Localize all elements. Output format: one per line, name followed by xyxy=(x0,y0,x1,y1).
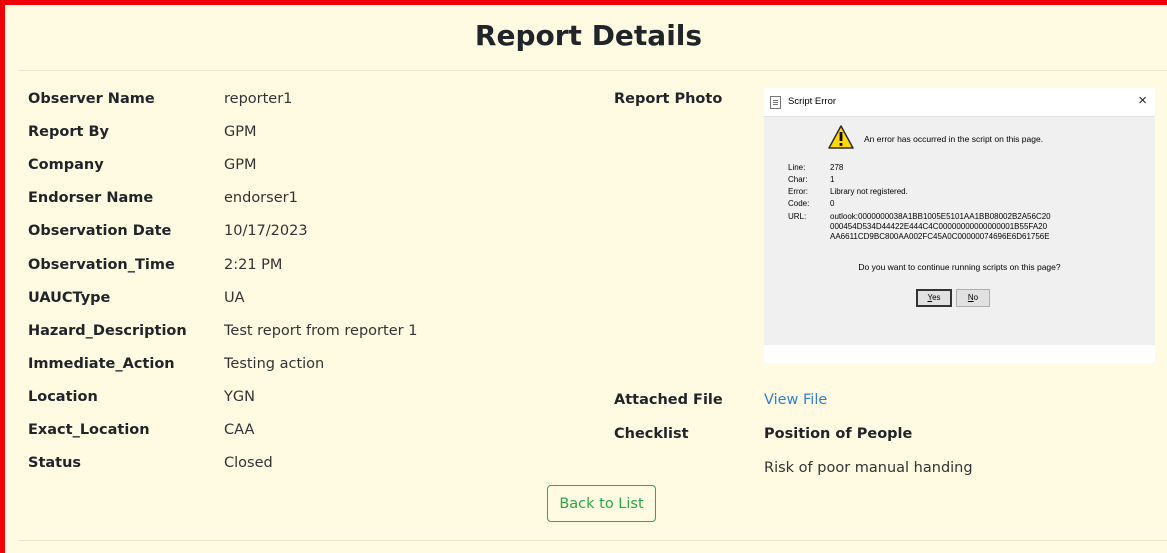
back-to-list-button[interactable]: Back to List xyxy=(547,485,656,522)
dialog-body: An error has occurred in the script on t… xyxy=(764,117,1155,345)
char-value: 1 xyxy=(830,175,835,184)
char-key: Char: xyxy=(788,175,808,184)
observation-time-value: 2:21 PM xyxy=(224,257,283,273)
observation-time-label: Observation_Time xyxy=(28,257,175,273)
checklist-item: Risk of poor manual handing xyxy=(764,460,973,476)
observer-name-label: Observer Name xyxy=(28,91,155,107)
uauc-type-label: UAUCType xyxy=(28,290,111,306)
dialog-title: Script Error xyxy=(788,96,837,107)
report-by-label: Report By xyxy=(28,124,109,140)
code-value: 0 xyxy=(830,199,835,208)
status-label: Status xyxy=(28,455,82,471)
endorser-name-label: Endorser Name xyxy=(28,190,154,206)
report-photo-label: Report Photo xyxy=(614,91,723,107)
dialog-message: An error has occurred in the script on t… xyxy=(864,134,1044,144)
endorser-name-value: endorser1 xyxy=(224,190,298,206)
line-value: 278 xyxy=(830,163,844,172)
report-photo: Script Error × An error has occurred in … xyxy=(764,88,1155,363)
dialog-titlebar: Script Error × xyxy=(764,88,1155,117)
url-line-3: AA6611CD9BC800AA002FC45A0C00000074696E6D… xyxy=(830,232,1050,241)
document-icon xyxy=(770,96,781,109)
line-key: Line: xyxy=(788,163,806,172)
checklist-label: Checklist xyxy=(614,426,689,442)
divider-bottom xyxy=(19,540,1167,541)
uauc-type-value: UA xyxy=(224,290,245,306)
code-key: Code: xyxy=(788,199,810,208)
page-title: Report Details xyxy=(474,19,703,52)
error-key: Error: xyxy=(788,187,808,196)
status-value: Closed xyxy=(224,455,273,471)
observation-date-value: 10/17/2023 xyxy=(224,223,308,239)
dialog-question: Do you want to continue running scripts … xyxy=(858,262,1061,272)
no-label-rest: o xyxy=(973,293,979,302)
exact-location-value: CAA xyxy=(224,422,255,438)
view-file-link[interactable]: View File xyxy=(764,392,827,408)
dialog-no-button: No xyxy=(956,289,990,307)
immediate-action-label: Immediate_Action xyxy=(28,356,175,372)
hazard-description-label: Hazard_Description xyxy=(28,323,187,339)
yes-label-rest: es xyxy=(932,293,941,302)
divider-top xyxy=(19,70,1167,71)
error-value: Library not registered. xyxy=(830,187,908,196)
attached-file-label: Attached File xyxy=(614,392,723,408)
observer-name-value: reporter1 xyxy=(224,91,293,107)
exact-location-label: Exact_Location xyxy=(28,422,150,438)
url-line-1: outlook:0000000038A1BB1005E5101AA1BB0800… xyxy=(830,212,1051,221)
observation-date-label: Observation Date xyxy=(28,223,172,239)
close-icon: × xyxy=(1138,92,1147,109)
location-label: Location xyxy=(28,389,98,405)
report-by-value: GPM xyxy=(224,124,257,140)
url-key: URL: xyxy=(788,212,807,221)
report-panel: Report Details Observer Name reporter1 R… xyxy=(0,0,1167,553)
company-label: Company xyxy=(28,157,104,173)
checklist-heading: Position of People xyxy=(764,426,913,442)
url-line-2: 000454D534D44422E444C4C00000000000000001… xyxy=(830,222,1048,231)
immediate-action-value: Testing action xyxy=(224,356,325,372)
location-value: YGN xyxy=(224,389,255,405)
company-value: GPM xyxy=(224,157,257,173)
hazard-description-value: Test report from reporter 1 xyxy=(224,323,418,339)
dialog-yes-button: Yes xyxy=(916,289,952,307)
warning-icon xyxy=(828,125,854,149)
